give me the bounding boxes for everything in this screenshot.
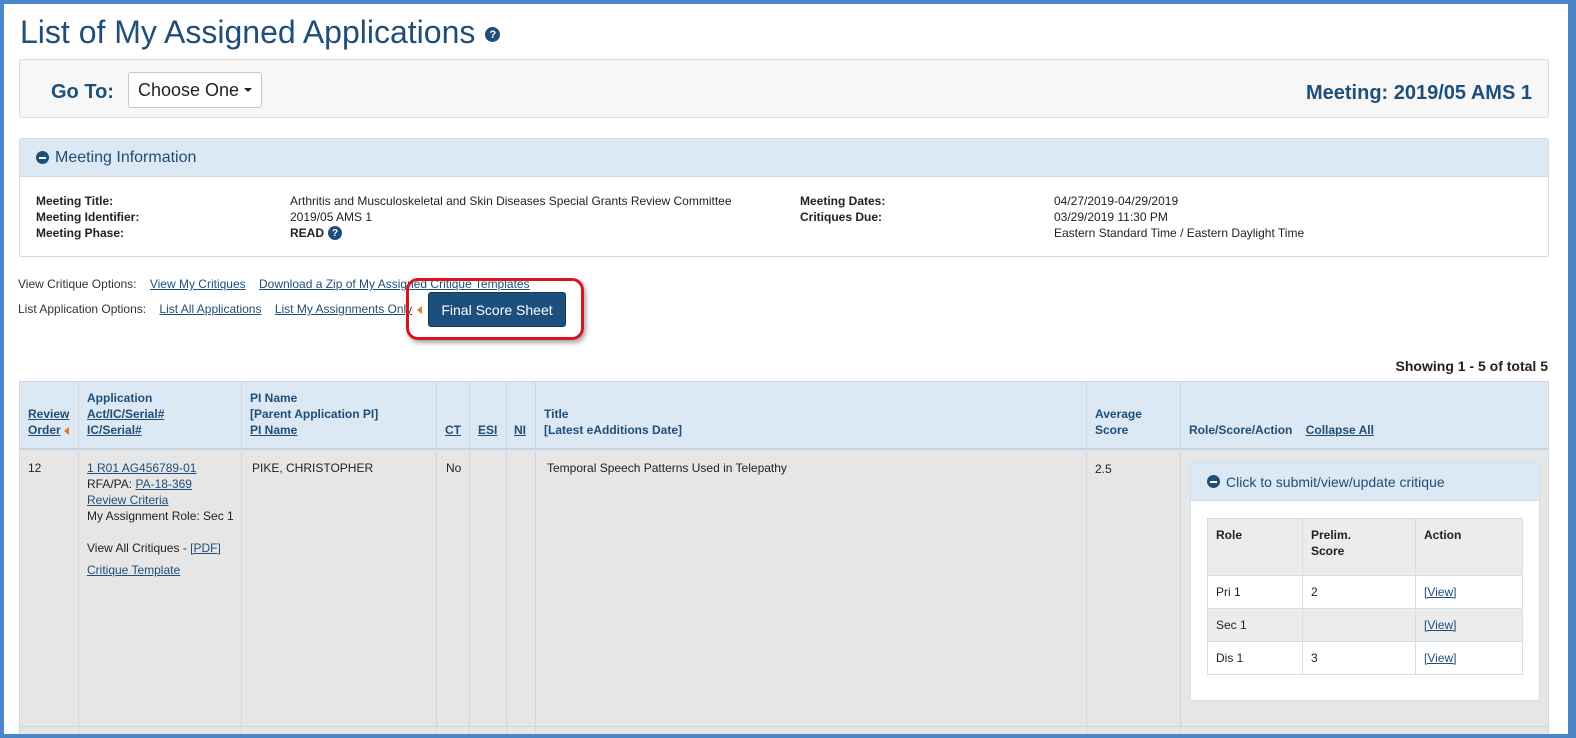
list-my-assignments-link[interactable]: List My Assignments Only: [275, 302, 412, 316]
row-title: Temporal Speech Patterns Used in Telepat…: [547, 461, 787, 475]
phase-help-icon[interactable]: ?: [328, 226, 343, 240]
score-cell: [1302, 608, 1416, 642]
meeting-identifier-heading: Meeting: 2019/05 AMS 1: [1305, 82, 1532, 104]
score-cell: 2: [1302, 575, 1416, 609]
column-divider: [78, 382, 79, 734]
table-row: Dis 1 3 [View]: [1207, 641, 1523, 675]
meeting-phase-label: Meeting Phase:: [36, 226, 125, 240]
critique-panel-header[interactable]: Click to submit/view/update critique: [1191, 463, 1539, 501]
critique-options-label: View Critique Options:: [18, 277, 137, 291]
view-link[interactable]: [View]: [1424, 585, 1456, 599]
critique-panel: Click to submit/view/update critique Rol…: [1190, 462, 1540, 701]
action-column-header: Action: [1415, 518, 1523, 576]
list-options: List Application Options: List All Appli…: [18, 302, 422, 316]
view-all-critiques-pdf-link[interactable]: [PDF]: [190, 541, 221, 555]
table-row: Sec 1 [View]: [1207, 608, 1523, 642]
view-link[interactable]: [View]: [1424, 651, 1456, 665]
action-cell: [View]: [1415, 641, 1523, 675]
role-column-header: Role: [1207, 518, 1303, 576]
column-divider: [241, 382, 242, 734]
header-review-order[interactable]: Review Order: [28, 406, 69, 438]
critique-template-link[interactable]: Critique Template: [87, 563, 180, 577]
meeting-phase-value: READ ?: [290, 226, 343, 240]
meeting-information-panel: Meeting Information Meeting Title: Arthr…: [19, 138, 1549, 257]
collapse-icon[interactable]: [1207, 475, 1220, 488]
goto-label: Go To:: [51, 81, 114, 103]
review-criteria-link[interactable]: Review Criteria: [87, 493, 168, 507]
critiques-due-value: 03/29/2019 11:30 PM: [1054, 210, 1168, 224]
meeting-identifier-value: 2019/05 AMS 1: [290, 210, 373, 224]
view-my-critiques-link[interactable]: View My Critiques: [150, 277, 246, 291]
row-ct: No: [446, 461, 462, 475]
meeting-title-value: Arthritis and Musculoskeletal and Skin D…: [290, 194, 732, 208]
row-application: 1 R01 AG456789-01 RFA/PA: PA-18-369 Revi…: [87, 461, 234, 577]
timezone-value: Eastern Standard Time / Eastern Daylight…: [1054, 226, 1305, 240]
app-window: List of My Assigned Applications ? Go To…: [4, 4, 1568, 734]
role-cell: Dis 1: [1207, 641, 1303, 675]
collapse-icon[interactable]: [36, 151, 49, 164]
row-review-order: 12: [28, 461, 42, 475]
meeting-identifier-label: Meeting Identifier:: [36, 210, 140, 224]
meeting-dates-label: Meeting Dates:: [800, 194, 886, 208]
header-role-score-action: Role/Score/Action Collapse All: [1189, 423, 1374, 437]
applications-table: Review Order Application Act/IC/Serial# …: [19, 381, 1549, 734]
column-divider: [506, 382, 507, 734]
collapse-all-link[interactable]: Collapse All: [1306, 423, 1374, 437]
result-count: Showing 1 - 5 of total 5: [1395, 358, 1548, 374]
role-score-table: Role Prelim. Score Action Pri 1 2 [View] …: [1207, 518, 1523, 675]
action-cell: [View]: [1415, 608, 1523, 642]
chevron-down-icon: [244, 88, 253, 92]
final-score-sheet-button[interactable]: Final Score Sheet: [428, 292, 566, 327]
row-divider: [20, 726, 1548, 727]
application-number-link[interactable]: 1 R01 AG456789-01: [87, 461, 196, 475]
page-title-text: List of My Assigned Applications: [20, 14, 476, 50]
meeting-title-label: Meeting Title:: [36, 194, 114, 208]
column-divider: [436, 382, 437, 734]
goto-dropdown-value: Choose One: [137, 79, 240, 100]
header-ni[interactable]: NI: [514, 422, 526, 438]
header-application: Application Act/IC/Serial# IC/Serial#: [87, 391, 165, 437]
prelim-score-column-header: Prelim. Score: [1302, 518, 1416, 576]
sort-pi-name[interactable]: PI Name: [250, 423, 297, 437]
header-average-score: Average Score: [1095, 407, 1142, 437]
action-cell: [View]: [1415, 575, 1523, 609]
sort-ic-serial[interactable]: IC/Serial#: [87, 423, 142, 437]
meeting-information-header[interactable]: Meeting Information: [20, 139, 1548, 177]
column-divider: [535, 382, 536, 734]
meeting-dates-value: 04/27/2019-04/29/2019: [1054, 194, 1179, 208]
goto-bar: Go To: Choose One Meeting: 2019/05 AMS 1: [19, 59, 1549, 118]
sort-caret-icon: [63, 426, 69, 435]
column-divider: [1180, 382, 1181, 734]
rfa-link[interactable]: PA-18-369: [135, 477, 191, 491]
meeting-information-title: Meeting Information: [55, 148, 197, 166]
header-esi[interactable]: ESI: [478, 422, 497, 438]
column-divider: [1086, 382, 1087, 734]
score-cell: 3: [1302, 641, 1416, 675]
page-title: List of My Assigned Applications ?: [20, 14, 501, 51]
header-pi-name: PI Name [Parent Application PI] PI Name: [250, 391, 379, 437]
header-ct[interactable]: CT: [445, 422, 461, 438]
help-icon[interactable]: ?: [485, 27, 501, 42]
role-cell: Sec 1: [1207, 608, 1303, 642]
table-row: Pri 1 2 [View]: [1207, 575, 1523, 609]
sort-act-ic-serial[interactable]: Act/IC/Serial#: [87, 407, 164, 421]
header-title: Title [Latest eAdditions Date]: [544, 407, 683, 437]
critiques-due-label: Critiques Due:: [800, 210, 883, 224]
role-cell: Pri 1: [1207, 575, 1303, 609]
column-divider: [469, 382, 470, 734]
row-average-score: 2.5: [1095, 462, 1112, 476]
view-link[interactable]: [View]: [1424, 618, 1456, 632]
list-all-applications-link[interactable]: List All Applications: [159, 302, 261, 316]
list-options-label: List Application Options:: [18, 302, 147, 316]
row-pi-name: PIKE, CHRISTOPHER: [252, 461, 374, 475]
goto-dropdown[interactable]: Choose One: [128, 72, 262, 108]
